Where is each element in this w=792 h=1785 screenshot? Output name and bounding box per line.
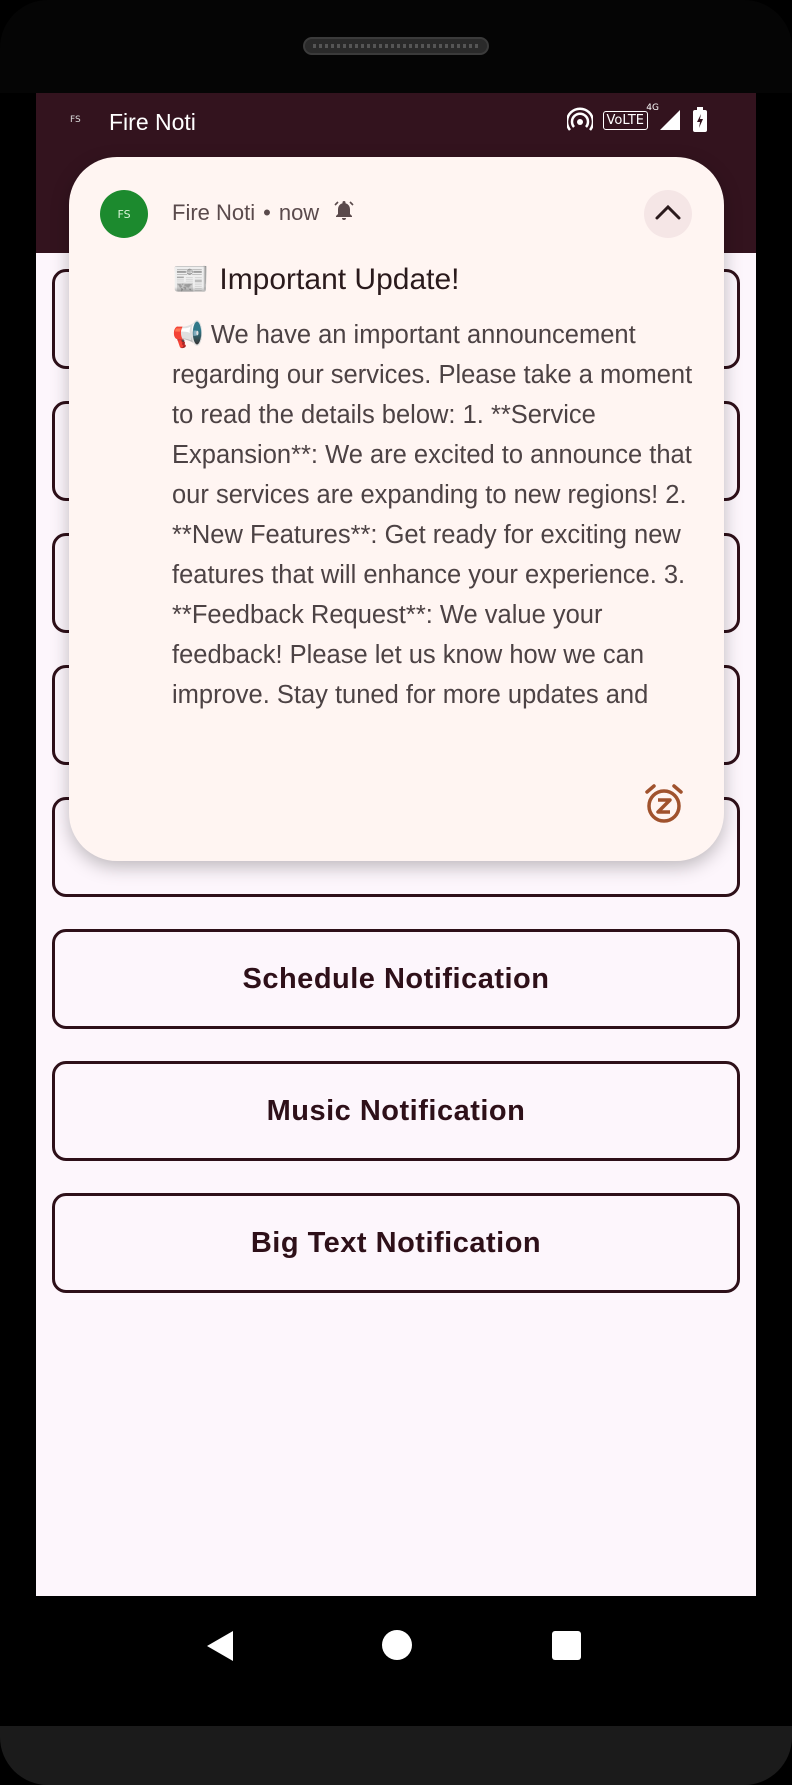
- battery-charging-icon: [692, 107, 708, 133]
- notification-app-name: Fire Noti: [172, 200, 256, 225]
- newspaper-emoji: 📰: [172, 263, 210, 296]
- heads-up-notification[interactable]: FS Fire Noti • now 📰 Important Update! 📢…: [69, 157, 724, 861]
- notification-header: Fire Noti • now: [172, 199, 355, 227]
- volte-label: VoLTE: [606, 112, 644, 128]
- network-generation: 4G: [646, 102, 659, 113]
- big-text-notification-button[interactable]: Big Text Notification: [52, 1193, 740, 1293]
- collapse-button[interactable]: [644, 190, 692, 238]
- notification-body: 📢 We have an important announcement rega…: [172, 315, 702, 715]
- signal-icon: [658, 108, 682, 132]
- top-bezel: [0, 0, 792, 93]
- status-icons: VoLTE 4G: [566, 103, 708, 133]
- snooze-icon: [643, 784, 685, 829]
- back-icon[interactable]: [205, 1629, 235, 1668]
- notification-body-text: We have an important announcement regard…: [172, 321, 693, 709]
- volte-badge: VoLTE 4G: [602, 103, 659, 130]
- notification-title-text: Important Update!: [219, 262, 460, 296]
- app-avatar: FS: [100, 190, 148, 238]
- music-notification-button[interactable]: Music Notification: [52, 1061, 740, 1161]
- navigation-bar: [0, 1596, 792, 1726]
- header-separator: •: [263, 200, 271, 225]
- schedule-notification-button[interactable]: Schedule Notification: [52, 929, 740, 1029]
- notification-time: now: [278, 200, 320, 225]
- status-bar: FS Fire Noti VoLTE 4G: [36, 93, 756, 157]
- bottom-bezel: [0, 1726, 792, 1785]
- notification-title: 📰 Important Update!: [172, 262, 460, 297]
- megaphone-emoji: 📢: [172, 321, 204, 349]
- app-notification-icon: FS: [70, 115, 81, 125]
- status-app-name: Fire Noti: [109, 109, 196, 135]
- phone-frame: FS Fire Noti VoLTE 4G Schedule Notificati: [0, 0, 792, 1785]
- chevron-up-icon: [654, 203, 682, 226]
- home-icon[interactable]: [382, 1630, 412, 1660]
- recents-icon[interactable]: [552, 1631, 581, 1660]
- snooze-button[interactable]: [643, 783, 685, 825]
- speaker-grille: [303, 37, 489, 55]
- bell-icon: [333, 199, 355, 227]
- hotspot-icon: [566, 107, 593, 133]
